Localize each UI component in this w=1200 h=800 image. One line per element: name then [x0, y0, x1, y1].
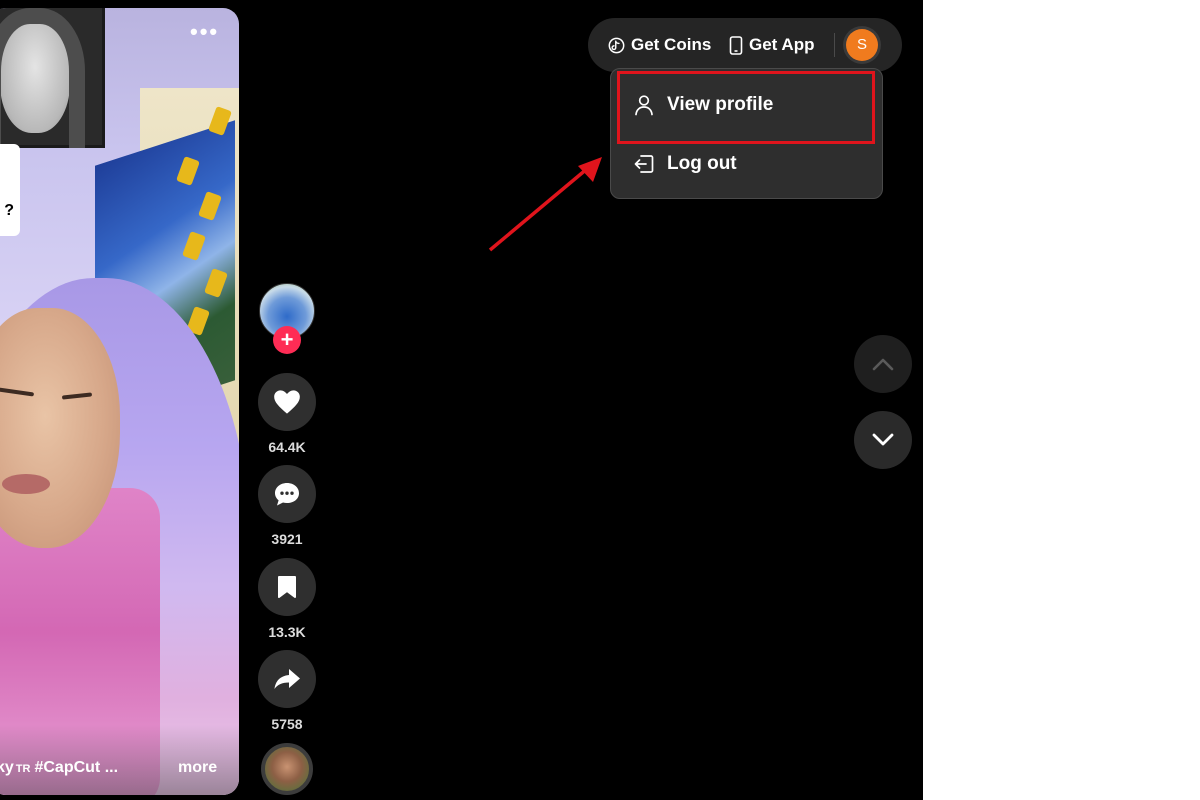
annotation-arrow-icon — [488, 157, 602, 252]
previous-video-button[interactable] — [854, 335, 912, 393]
video-player[interactable]: ? ••• ky TR #CapCut ... more — [0, 8, 239, 795]
comment-button[interactable] — [258, 465, 316, 523]
top-action-bar: Get Coins Get App S — [588, 18, 902, 72]
phone-icon — [729, 35, 743, 55]
video-sticker-note: ? — [0, 144, 20, 236]
caption-more-link[interactable]: more — [178, 759, 217, 777]
bookmark-icon — [278, 576, 296, 598]
log-out-label: Log out — [667, 153, 737, 174]
topbar-divider — [834, 33, 835, 57]
coin-icon — [608, 37, 625, 53]
share-button[interactable] — [258, 650, 316, 708]
share-count: 5758 — [271, 716, 303, 732]
logout-icon — [634, 155, 654, 173]
comment-count: 3921 — [271, 531, 303, 547]
caption-prefix: ky — [0, 759, 14, 776]
caption-hashtag[interactable]: #CapCut — [34, 759, 100, 776]
heart-icon — [274, 390, 300, 414]
music-disc[interactable] — [261, 743, 313, 795]
get-coins-link[interactable]: Get Coins — [608, 18, 711, 72]
share-icon — [274, 669, 300, 689]
comment-action: 3921 — [258, 465, 316, 547]
sticker-note-text: ? — [4, 202, 14, 219]
inset-hood — [0, 8, 85, 148]
annotation-highlight-box — [617, 71, 875, 144]
chevron-down-icon — [872, 433, 894, 446]
like-count: 64.4K — [268, 439, 306, 455]
blank-margin — [923, 0, 1200, 800]
tiktok-app: ? ••• ky TR #CapCut ... more + 64.4K 3921 — [0, 0, 923, 800]
comment-icon — [275, 483, 299, 506]
next-video-button[interactable] — [854, 411, 912, 469]
like-button[interactable] — [258, 373, 316, 431]
video-subject-lips — [2, 474, 50, 494]
get-app-link[interactable]: Get App — [729, 18, 814, 72]
caption-tr-label: TR — [15, 763, 31, 775]
chevron-up-icon — [872, 358, 894, 371]
video-caption: ky TR #CapCut ... — [0, 759, 118, 777]
caption-ellipsis: ... — [104, 759, 119, 776]
like-action: 64.4K — [258, 373, 316, 455]
video-more-options-button[interactable]: ••• — [190, 21, 219, 43]
share-action: 5758 — [258, 650, 316, 732]
save-count: 13.3K — [268, 624, 306, 640]
user-avatar-button[interactable]: S — [846, 29, 878, 61]
follow-button[interactable]: + — [273, 326, 301, 354]
bookmark-button[interactable] — [258, 558, 316, 616]
video-inset-image — [0, 8, 105, 148]
get-app-label: Get App — [749, 35, 815, 54]
get-coins-label: Get Coins — [631, 35, 712, 54]
save-action: 13.3K — [258, 558, 316, 640]
